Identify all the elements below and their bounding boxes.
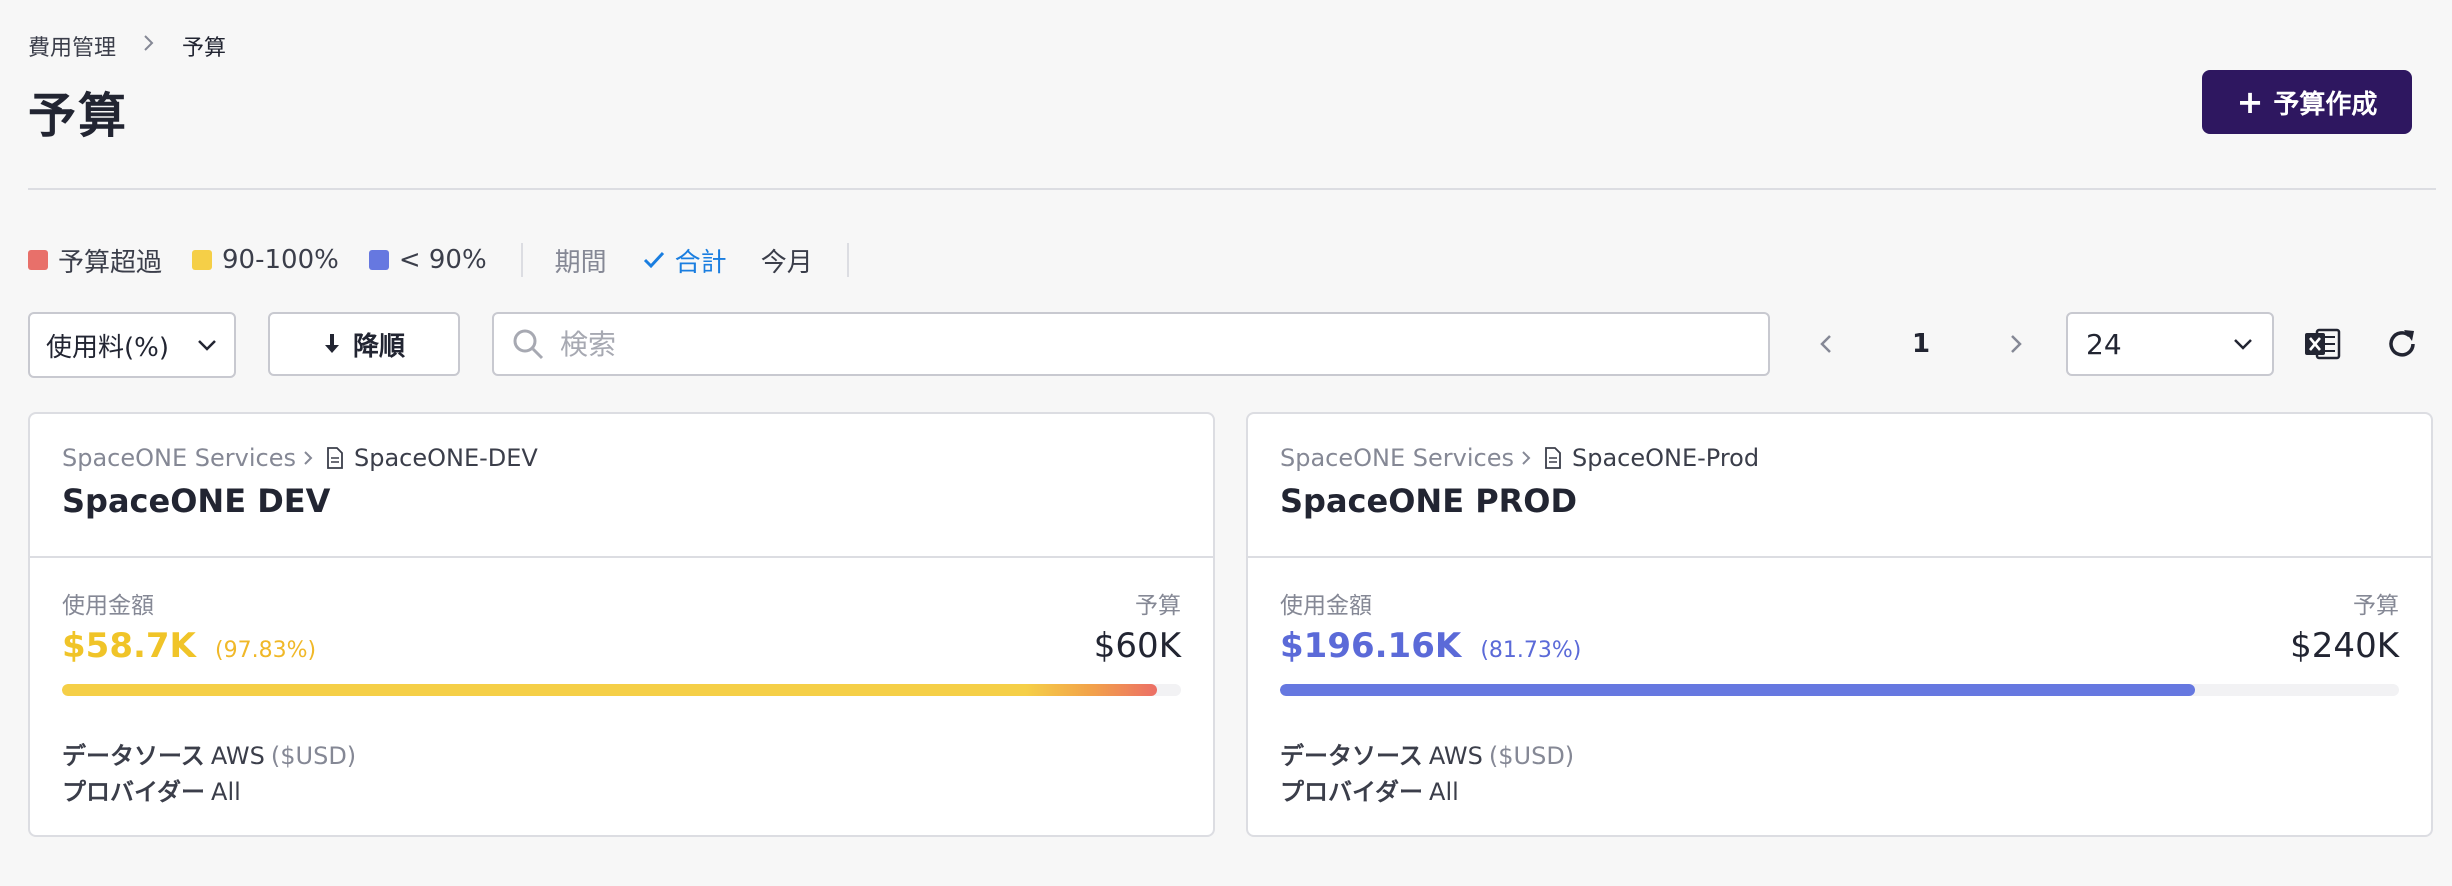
card-meta: データソース AWS ($USD) プロバイダー All bbox=[62, 738, 1181, 810]
create-budget-button[interactable]: + 予算作成 bbox=[2202, 70, 2412, 134]
legend-swatch bbox=[28, 250, 48, 270]
data-source-value: AWS bbox=[1428, 742, 1483, 770]
card-meta: データソース AWS ($USD) プロバイダー All bbox=[1280, 738, 2399, 810]
chevron-down-icon bbox=[198, 340, 216, 351]
usage-percent: (97.83%) bbox=[215, 638, 317, 663]
usage-amount: $58.7K bbox=[62, 626, 196, 666]
pagination-next-button[interactable] bbox=[1998, 322, 2034, 366]
chevron-right-icon bbox=[1522, 451, 1531, 465]
period-label: 期間 bbox=[554, 247, 607, 278]
refresh-button[interactable] bbox=[2380, 322, 2424, 366]
project-doc-icon bbox=[1545, 447, 1561, 469]
chevron-right-icon bbox=[2011, 335, 2022, 353]
usage-amount: $196.16K bbox=[1280, 626, 1462, 666]
breadcrumb-parent[interactable]: 費用管理 bbox=[28, 30, 116, 62]
provider-label: プロバイダー bbox=[62, 778, 206, 806]
pagination-prev-button[interactable] bbox=[1808, 322, 1844, 366]
chevron-down-icon bbox=[2234, 339, 2252, 350]
budget-amount: $240K bbox=[2290, 626, 2399, 666]
budget-card-header: SpaceONE Services SpaceONE-DEV SpaceONE … bbox=[30, 414, 1213, 558]
period-separator bbox=[846, 243, 849, 277]
legend-swatch bbox=[368, 250, 389, 270]
legend-label: < 90% bbox=[398, 245, 487, 275]
currency-value: ($USD) bbox=[1488, 742, 1575, 770]
period-option-total[interactable]: 合計 bbox=[641, 242, 727, 279]
budget-card[interactable]: SpaceONE Services SpaceONE-DEV SpaceONE … bbox=[28, 412, 1215, 837]
budget-label: 予算 bbox=[1135, 593, 1181, 619]
create-budget-label: 予算作成 bbox=[2273, 89, 2378, 120]
usage-label: 使用金額 bbox=[62, 593, 154, 619]
budget-label: 予算 bbox=[2353, 593, 2399, 619]
provider-value: All bbox=[1429, 778, 1459, 806]
period-option-label: 合計 bbox=[674, 247, 727, 278]
provider-label: プロバイダー bbox=[1280, 778, 1424, 806]
usage-label: 使用金額 bbox=[1280, 593, 1372, 619]
pagination-current-page[interactable]: 1 bbox=[1900, 322, 1942, 366]
data-source-value: AWS bbox=[210, 742, 265, 770]
legend-90-100: 90-100% bbox=[192, 245, 339, 275]
project-doc-icon bbox=[327, 447, 343, 469]
sort-order-button[interactable]: 降順 bbox=[268, 312, 460, 376]
legend-label: 90-100% bbox=[222, 245, 339, 275]
refresh-icon bbox=[2389, 330, 2415, 357]
filter-legend-row: 予算超過 90-100% < 90% 期間 合計 今月 bbox=[28, 240, 881, 280]
sort-select-value: 使用料(%) bbox=[46, 332, 169, 363]
chevron-right-icon bbox=[304, 451, 313, 465]
card-path: SpaceONE Services SpaceONE-DEV bbox=[62, 444, 1181, 472]
budget-card-header: SpaceONE Services SpaceONE-Prod SpaceONE… bbox=[1248, 414, 2431, 558]
sort-order-label: 降順 bbox=[352, 331, 405, 362]
chevron-right-icon bbox=[142, 33, 156, 59]
sort-select[interactable]: 使用料(%) bbox=[28, 312, 236, 378]
provider-value: All bbox=[211, 778, 241, 806]
page-title: 予算 bbox=[28, 88, 129, 144]
breadcrumb: 費用管理 予算 bbox=[28, 30, 226, 62]
arrow-down-icon bbox=[324, 334, 339, 353]
page-size-value: 24 bbox=[2086, 327, 2122, 361]
card-title: SpaceONE DEV bbox=[62, 482, 331, 520]
usage-progress-fill bbox=[1280, 684, 2195, 696]
usage-percent: (81.73%) bbox=[1480, 638, 1582, 663]
card-project-group[interactable]: SpaceONE Services bbox=[62, 444, 296, 472]
data-source-label: データソース bbox=[62, 742, 205, 770]
header-divider bbox=[28, 188, 2436, 190]
card-project-name[interactable]: SpaceONE-Prod bbox=[1572, 444, 1759, 472]
chevron-left-icon bbox=[1820, 335, 1831, 353]
legend-label: 予算超過 bbox=[58, 247, 163, 278]
plus-icon: + bbox=[2236, 83, 2264, 121]
data-source-label: データソース bbox=[1280, 742, 1423, 770]
card-title: SpaceONE PROD bbox=[1280, 482, 1578, 520]
search-input[interactable] bbox=[560, 327, 1710, 361]
legend-under-90: < 90% bbox=[368, 245, 487, 275]
usage-progress-fill bbox=[62, 684, 1157, 696]
legend-separator bbox=[520, 243, 523, 277]
search-field[interactable] bbox=[492, 312, 1770, 376]
excel-icon bbox=[2305, 328, 2341, 360]
usage-progress-bar bbox=[1280, 684, 2399, 696]
card-project-group[interactable]: SpaceONE Services bbox=[1280, 444, 1514, 472]
period-option-this-month[interactable]: 今月 bbox=[761, 242, 813, 279]
check-icon bbox=[643, 251, 664, 269]
breadcrumb-current: 予算 bbox=[182, 36, 227, 61]
budget-card[interactable]: SpaceONE Services SpaceONE-Prod SpaceONE… bbox=[1246, 412, 2433, 837]
legend-over-budget: 予算超過 bbox=[28, 242, 162, 279]
budget-card-body: 使用金額 予算 $58.7K (97.83%) $60K データソース AWS ($… bbox=[30, 558, 1213, 810]
budget-card-body: 使用金額 予算 $196.16K (81.73%) $240K データソース AW… bbox=[1248, 558, 2431, 810]
search-icon bbox=[513, 329, 544, 360]
excel-export-button[interactable] bbox=[2300, 322, 2344, 366]
legend-swatch bbox=[192, 250, 213, 270]
page-size-select[interactable]: 24 bbox=[2066, 312, 2274, 376]
card-path: SpaceONE Services SpaceONE-Prod bbox=[1280, 444, 2399, 472]
card-project-name[interactable]: SpaceONE-DEV bbox=[354, 444, 538, 472]
currency-value: ($USD) bbox=[270, 742, 357, 770]
period-option-label: 今月 bbox=[760, 247, 813, 278]
usage-progress-bar bbox=[62, 684, 1181, 696]
budget-amount: $60K bbox=[1093, 626, 1181, 666]
